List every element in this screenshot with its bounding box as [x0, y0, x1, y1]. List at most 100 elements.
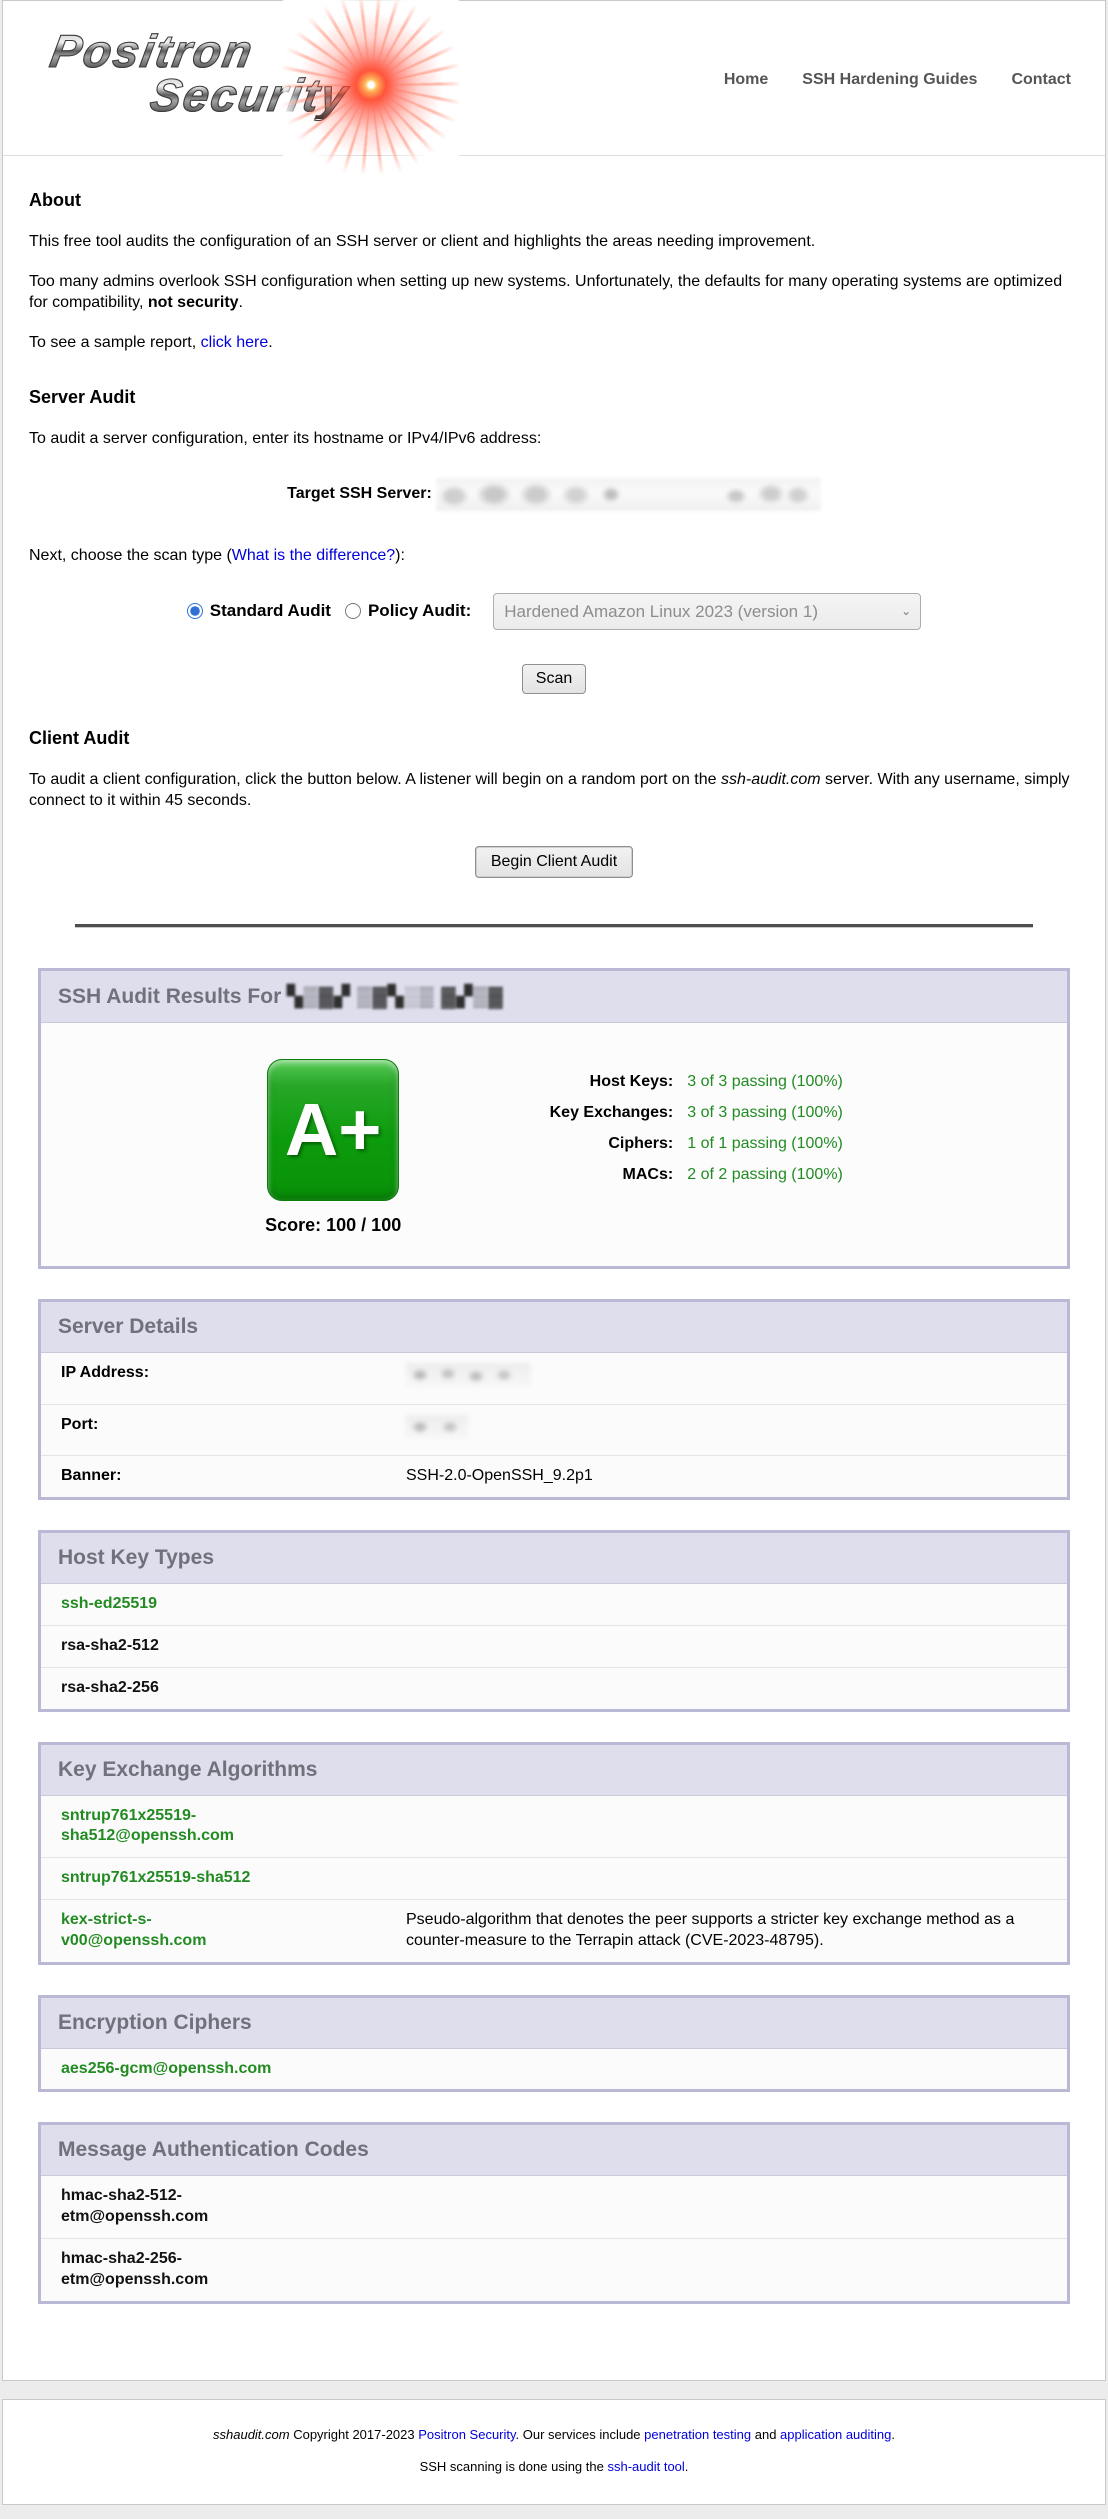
main-nav: Home SSH Hardening Guides Contact — [724, 71, 1071, 89]
scan-type-row: Standard Audit Policy Audit: Hardened Am… — [29, 593, 1079, 630]
key-exchange-table: sntrup761x25519-sha512@openssh.com sntru… — [41, 1796, 1067, 1962]
grade-letter: A+ — [285, 1093, 382, 1167]
server-details-header: Server Details — [41, 1302, 1067, 1353]
scan-type-text: Next, choose the scan type ( — [29, 547, 232, 564]
redacted-ip-address — [406, 1363, 531, 1387]
scan-button-row: Scan — [29, 664, 1079, 694]
client-audit-title: Client Audit — [29, 728, 1079, 749]
target-ssh-server-label: Target SSH Server: — [287, 485, 432, 503]
client-audit-button-row: Begin Client Audit — [29, 846, 1079, 878]
scan-button[interactable]: Scan — [522, 664, 586, 694]
table-row: Banner: SSH-2.0-OpenSSH_9.2p1 — [41, 1456, 1067, 1497]
algorithm-name: ssh-ed25519 — [41, 1584, 406, 1625]
algorithm-note — [406, 2238, 1067, 2300]
algorithm-note — [406, 1667, 1067, 1708]
server-audit-title: Server Audit — [29, 387, 1079, 408]
algorithm-note: Pseudo-algorithm that denotes the peer s… — [406, 1899, 1067, 1961]
results-body: A+ Score: 100 / 100 Host Keys: 3 of 3 pa… — [41, 1023, 1067, 1266]
footer-application-auditing-link[interactable]: application auditing — [780, 2427, 891, 2442]
page-content: About This free tool audits the configur… — [3, 190, 1105, 878]
about-paragraph-2: Too many admins overlook SSH configurati… — [29, 271, 1079, 314]
standard-audit-radio[interactable] — [187, 603, 203, 619]
algorithm-name-text: kex-strict-s-v00@openssh.com — [61, 1911, 206, 1949]
algorithm-name: kex-strict-s-v00@openssh.com — [41, 1899, 406, 1961]
table-row: ssh-ed25519 — [41, 1584, 1067, 1625]
footer-line-2: SSH scanning is done using the ssh-audit… — [23, 2459, 1085, 2474]
stat-label-key-exchanges: Key Exchanges: — [453, 1104, 673, 1122]
algorithm-name: rsa-sha2-512 — [41, 1625, 406, 1667]
host-key-types-panel: Host Key Types ssh-ed25519 rsa-sha2-512 … — [38, 1530, 1070, 1711]
ssh-audit-results-panel: SSH Audit Results For ▚▒▓▞ ▒▓▚░▒ ▓▞▒▓ A+… — [38, 968, 1070, 1269]
logo-line-2: Security — [147, 71, 353, 119]
results-title-text: SSH Audit Results For — [58, 985, 287, 1008]
algorithm-name-text: rsa-sha2-256 — [61, 1679, 159, 1696]
table-row: hmac-sha2-256-etm@openssh.com — [41, 2238, 1067, 2300]
table-row: rsa-sha2-512 — [41, 1625, 1067, 1667]
about-paragraph-3: To see a sample report, click here. — [29, 332, 1079, 354]
positron-security-logo[interactable]: Positron Security — [33, 19, 453, 141]
stat-value-host-keys: 3 of 3 passing (100%) — [687, 1073, 843, 1091]
chevron-down-icon: ⌄ — [901, 594, 911, 629]
algorithm-name-text: sntrup761x25519-sha512 — [61, 1869, 250, 1886]
policy-audit-label[interactable]: Policy Audit: — [368, 601, 471, 621]
server-audit-intro: To audit a server configuration, enter i… — [29, 428, 1079, 450]
table-row: aes256-gcm@openssh.com — [41, 2049, 1067, 2090]
algorithm-name-text: hmac-sha2-256-etm@openssh.com — [61, 2250, 208, 2288]
table-row: sntrup761x25519-sha512@openssh.com — [41, 1796, 1067, 1858]
grade-block: A+ Score: 100 / 100 — [265, 1059, 401, 1236]
server-details-panel: Server Details IP Address: Port: Banner:… — [38, 1299, 1070, 1500]
client-audit-text: To audit a client configuration, click t… — [29, 771, 721, 788]
policy-audit-radio[interactable] — [345, 603, 361, 619]
scan-type-difference-link[interactable]: What is the difference? — [232, 547, 395, 564]
policy-select[interactable]: Hardened Amazon Linux 2023 (version 1) ⌄ — [493, 593, 921, 630]
target-ssh-server-input[interactable] — [436, 478, 821, 511]
section-divider — [75, 924, 1033, 928]
algorithm-note — [406, 2049, 1067, 2090]
nav-ssh-hardening-guides[interactable]: SSH Hardening Guides — [802, 71, 977, 89]
redacted-hostname: ▚▒▓▞ ▒▓▚░▒ ▓▞▒▓ — [287, 986, 504, 1008]
algorithm-note — [406, 2176, 1067, 2238]
server-details-table: IP Address: Port: Banner: SSH-2.0-OpenSS… — [41, 1353, 1067, 1497]
about-paragraph-1: This free tool audits the configuration … — [29, 231, 1079, 253]
begin-client-audit-button[interactable]: Begin Client Audit — [475, 846, 633, 878]
table-row: Port: — [41, 1404, 1067, 1456]
algorithm-name-text: rsa-sha2-512 — [61, 1637, 159, 1654]
encryption-ciphers-table: aes256-gcm@openssh.com — [41, 2049, 1067, 2090]
table-row: IP Address: — [41, 1353, 1067, 1404]
nav-home[interactable]: Home — [724, 71, 768, 89]
footer-text: . — [891, 2427, 895, 2442]
algorithm-name: sntrup761x25519-sha512 — [41, 1858, 406, 1900]
macs-panel: Message Authentication Codes hmac-sha2-5… — [38, 2122, 1070, 2303]
macs-header: Message Authentication Codes — [41, 2125, 1067, 2176]
algorithm-name-text: hmac-sha2-512-etm@openssh.com — [61, 2187, 208, 2225]
algorithm-note — [406, 1796, 1067, 1858]
key-exchange-header: Key Exchange Algorithms — [41, 1745, 1067, 1796]
host-key-types-header: Host Key Types — [41, 1533, 1067, 1584]
stat-label-ciphers: Ciphers: — [453, 1135, 673, 1153]
table-row: hmac-sha2-512-etm@openssh.com — [41, 2176, 1067, 2238]
ssh-audit-results-header: SSH Audit Results For ▚▒▓▞ ▒▓▚░▒ ▓▞▒▓ — [41, 971, 1067, 1023]
footer-text: . — [685, 2459, 689, 2474]
host-key-types-table: ssh-ed25519 rsa-sha2-512 rsa-sha2-256 — [41, 1584, 1067, 1708]
algorithm-name: hmac-sha2-256-etm@openssh.com — [41, 2238, 406, 2300]
row-label: Banner: — [41, 1456, 406, 1497]
key-exchange-panel: Key Exchange Algorithms sntrup761x25519-… — [38, 1742, 1070, 1965]
sample-report-link[interactable]: click here — [201, 334, 269, 351]
algorithm-name: sntrup761x25519-sha512@openssh.com — [41, 1796, 406, 1858]
redacted-port — [406, 1415, 468, 1439]
table-row: rsa-sha2-256 — [41, 1667, 1067, 1708]
footer-positron-security-link[interactable]: Positron Security — [418, 2427, 515, 2442]
footer-penetration-testing-link[interactable]: penetration testing — [644, 2427, 751, 2442]
footer-ssh-audit-tool-link[interactable]: ssh-audit tool — [607, 2459, 684, 2474]
standard-audit-label[interactable]: Standard Audit — [210, 601, 331, 621]
footer: sshaudit.com Copyright 2017-2023 Positro… — [2, 2399, 1106, 2505]
table-row: sntrup761x25519-sha512 — [41, 1858, 1067, 1900]
nav-contact[interactable]: Contact — [1011, 71, 1071, 89]
target-server-row: Target SSH Server: — [29, 478, 1079, 511]
algorithm-name-text: ssh-ed25519 — [61, 1595, 157, 1612]
site-header: Positron Security Home SSH Hardening Gui… — [3, 1, 1105, 156]
main-card: Positron Security Home SSH Hardening Gui… — [2, 0, 1106, 2381]
encryption-ciphers-panel: Encryption Ciphers aes256-gcm@openssh.co… — [38, 1995, 1070, 2093]
about-p2-period: . — [239, 294, 243, 311]
table-row: kex-strict-s-v00@openssh.com Pseudo-algo… — [41, 1899, 1067, 1961]
